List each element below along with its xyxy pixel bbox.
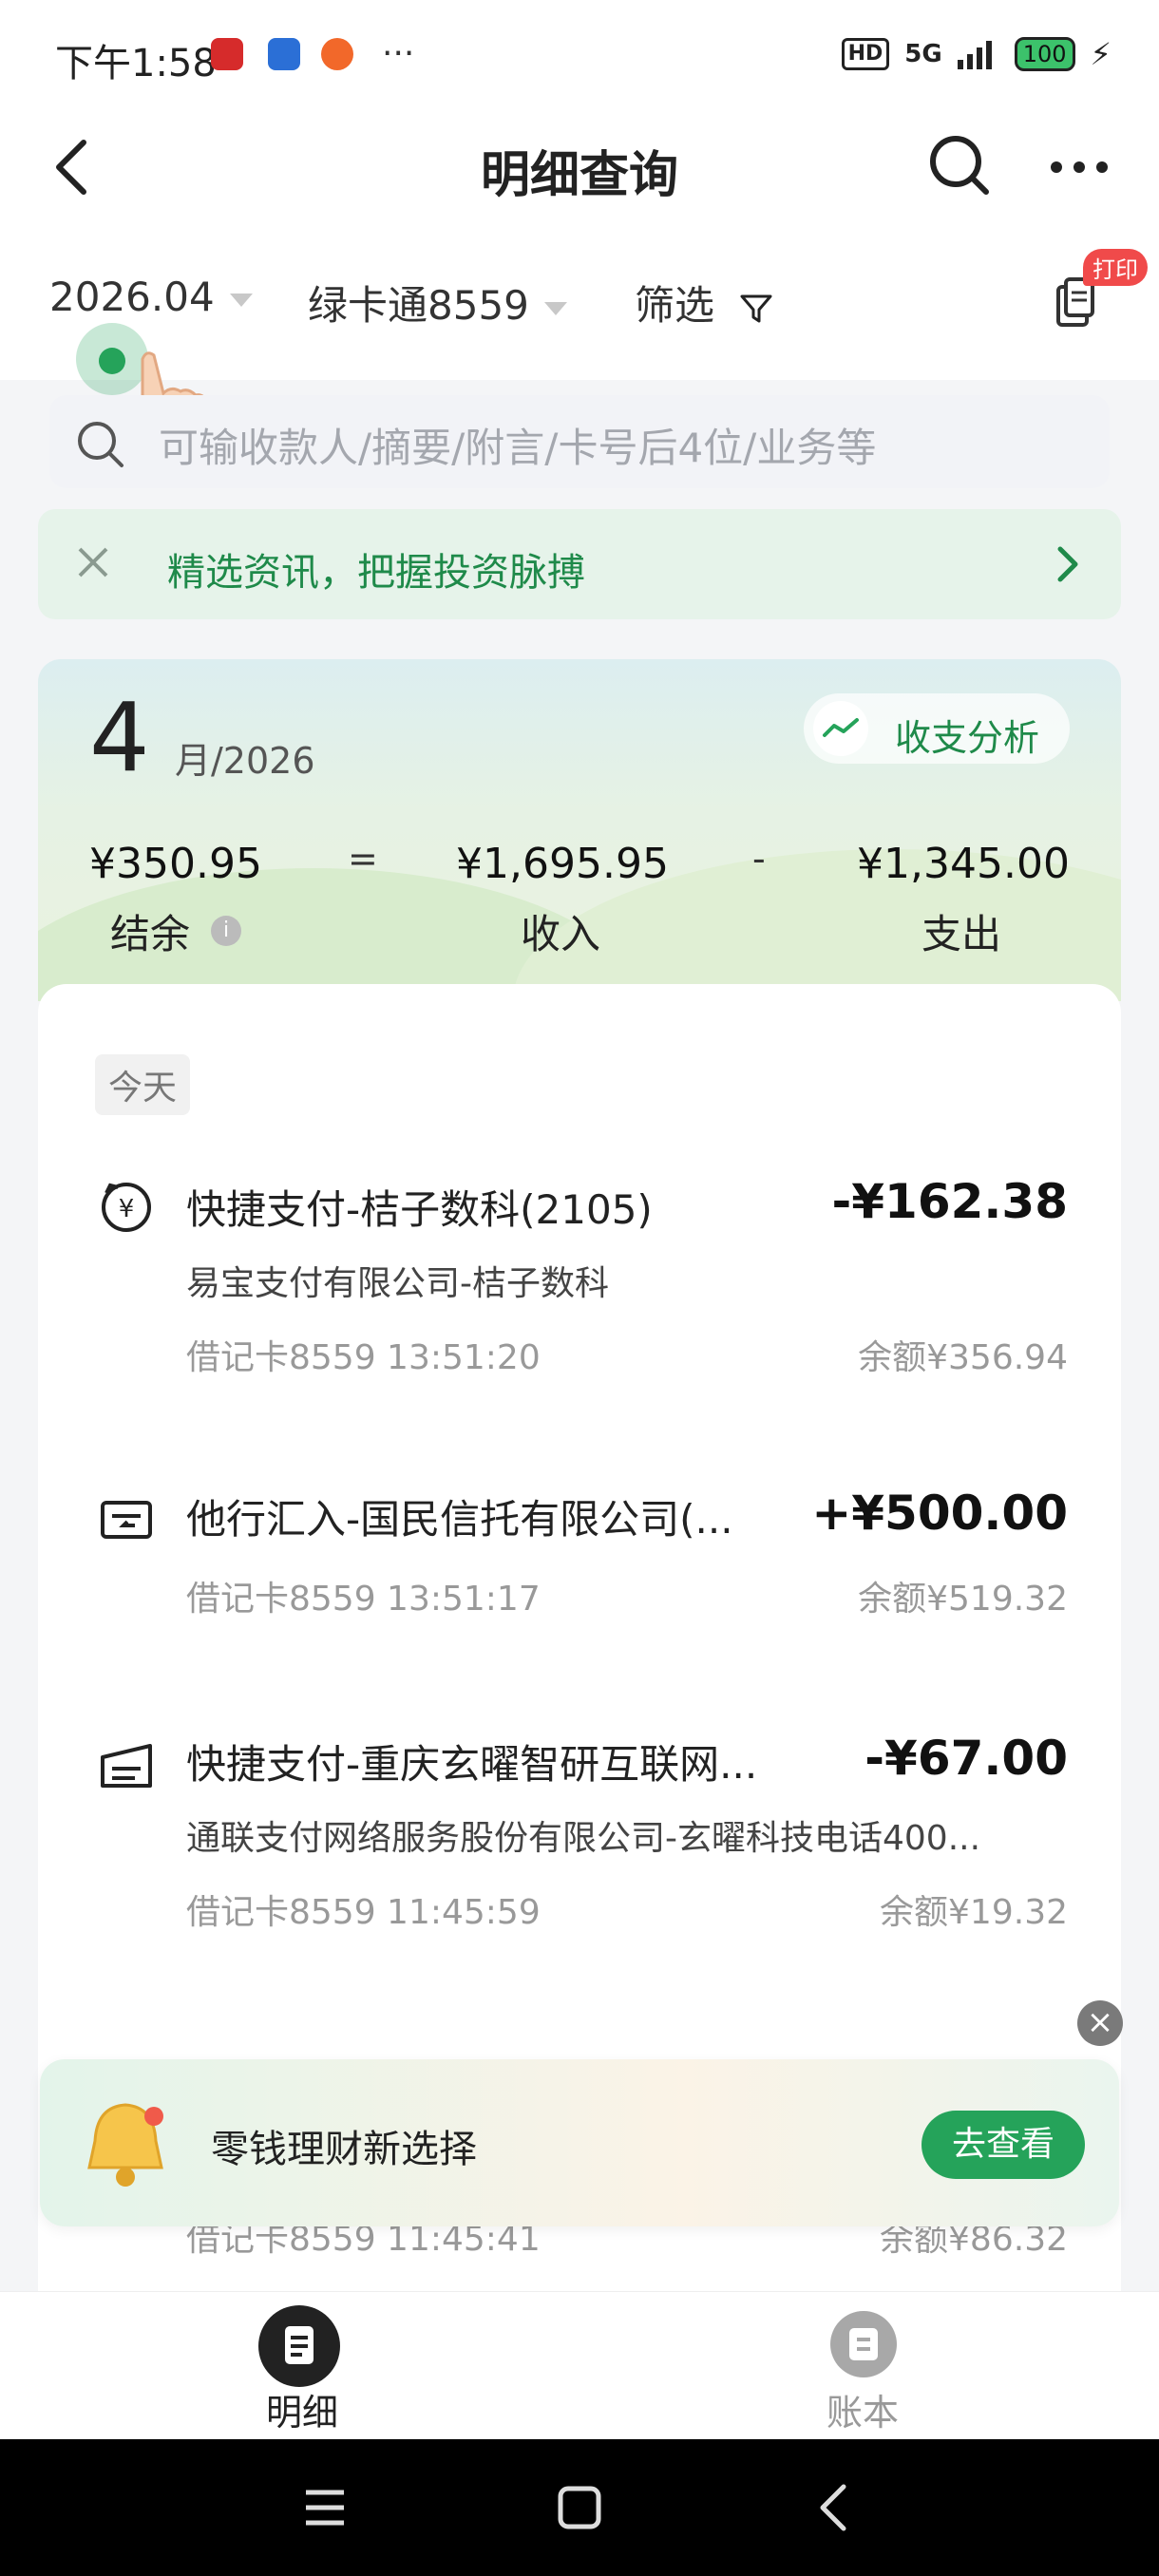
home-nav-icon[interactable]	[557, 2485, 602, 2530]
status-time: 下午1:58	[55, 42, 217, 85]
more-icon[interactable]	[1049, 160, 1110, 175]
account-selector[interactable]: 绿卡通8559	[308, 274, 567, 331]
analysis-label: 收支分析	[895, 717, 1040, 759]
banner-text: 零钱理财新选择	[211, 2128, 477, 2171]
transaction-subtitle: 通联支付网络服务股份有限公司-玄曜科技电话400...	[186, 1819, 981, 1858]
transaction-balance: 余额¥519.32	[858, 1580, 1068, 1619]
dropdown-arrow-icon	[229, 293, 253, 307]
transfer-in-icon	[101, 1501, 152, 1539]
chevron-right-icon	[1057, 546, 1078, 582]
close-icon[interactable]	[76, 545, 110, 579]
transaction-title: 他行汇入-国民信托有限公司(...	[186, 1496, 733, 1543]
signal-icon	[957, 41, 992, 69]
tab-ledger[interactable]: 账本	[826, 2383, 899, 2435]
dropdown-arrow-icon	[543, 301, 567, 315]
print-badge: 打印	[1083, 249, 1148, 286]
svg-text:¥: ¥	[119, 1195, 135, 1223]
search-input[interactable]: 可输收款人/摘要/附言/卡号后4位/业务等	[49, 395, 1110, 488]
tab-details-icon[interactable]	[258, 2305, 340, 2387]
transaction-detail: 借记卡8559 13:51:20	[186, 1338, 541, 1377]
title-bar: 明细查询	[0, 114, 1159, 218]
search-placeholder: 可输收款人/摘要/附言/卡号后4位/业务等	[159, 425, 877, 471]
menu-nav-icon[interactable]	[302, 2487, 348, 2529]
income-label: 收入	[521, 911, 601, 957]
transaction-balance: 余额¥19.32	[880, 1893, 1068, 1932]
transaction-amount: -¥67.00	[864, 1731, 1068, 1786]
bell-icon	[87, 2103, 163, 2187]
account-value: 绿卡通8559	[308, 282, 529, 329]
transaction-detail: 借记卡8559 13:51:17	[186, 1580, 541, 1619]
monthly-summary-card: 4 月/2026 收支分析 ¥350.95 = ¥1,695.95 - ¥1,3…	[38, 659, 1121, 1001]
transaction-amount: +¥500.00	[811, 1486, 1068, 1541]
back-nav-icon[interactable]	[815, 2483, 849, 2532]
analysis-button[interactable]: 收支分析	[804, 693, 1070, 764]
bottom-tab-bar: 明细 账本	[0, 2291, 1159, 2439]
date-section-label: 今天	[95, 1054, 191, 1115]
transaction-title: 快捷支付-桔子数科(2105)	[186, 1186, 653, 1233]
signal-label: 5G	[904, 40, 942, 68]
equals-sign: =	[348, 838, 378, 880]
shopping-app-icon	[321, 38, 353, 70]
battery-icon: 100	[1014, 37, 1075, 71]
promo-text: 精选资讯，把握投资脉搏	[167, 551, 585, 595]
filter-label: 筛选	[635, 282, 715, 329]
minus-sign: -	[752, 838, 766, 880]
merchant-payment-icon	[101, 1744, 152, 1788]
map-app-icon	[268, 38, 300, 70]
bank-app-icon	[211, 38, 243, 70]
hd-badge: HD	[841, 38, 890, 70]
income-amount: ¥1,695.95	[456, 840, 669, 888]
status-bar: 下午1:58 ··· HD 5G 100 ⚡	[0, 0, 1159, 114]
month-year: 月/2026	[175, 740, 315, 782]
transaction-title: 快捷支付-重庆玄曜智研互联网...	[186, 1741, 758, 1788]
filter-button[interactable]: 筛选	[635, 274, 772, 331]
transaction-detail: 借记卡8559 11:45:59	[186, 1893, 541, 1932]
tab-ledger-icon[interactable]	[830, 2311, 897, 2377]
month-selector[interactable]: 2026.04	[49, 274, 253, 320]
wealth-banner[interactable]: 零钱理财新选择 去查看	[40, 2059, 1119, 2226]
info-icon[interactable]: i	[211, 916, 241, 946]
balance-amount: ¥350.95	[89, 840, 262, 888]
banner-view-button[interactable]: 去查看	[922, 2111, 1085, 2179]
charging-icon: ⚡	[1090, 36, 1112, 72]
month-value: 2026.04	[49, 274, 215, 320]
more-notifications-icon: ···	[382, 34, 415, 73]
screen: 下午1:58 ··· HD 5G 100 ⚡ 明细查询 2026.04 绿卡通8…	[0, 0, 1159, 2576]
payment-icon: ¥	[102, 1183, 151, 1232]
expense-amount: ¥1,345.00	[857, 840, 1070, 888]
filter-row: 2026.04 绿卡通8559 筛选 打印	[0, 218, 1159, 445]
balance-label: 结余	[110, 911, 191, 957]
search-icon[interactable]	[927, 133, 992, 198]
search-icon	[78, 422, 124, 467]
status-right: HD 5G 100 ⚡	[841, 36, 1112, 72]
promo-banner[interactable]: 精选资讯，把握投资脉搏	[38, 509, 1121, 619]
filter-funnel-icon	[740, 294, 772, 322]
transaction-subtitle: 易宝支付有限公司-桔子数科	[186, 1264, 609, 1303]
banner-close-icon[interactable]: ×	[1077, 2000, 1123, 2046]
system-nav-bar	[0, 2439, 1159, 2576]
month-number: 4	[89, 682, 150, 793]
trend-icon	[813, 701, 868, 756]
expense-label: 支出	[922, 911, 1002, 957]
transaction-balance: 余额¥356.94	[858, 1338, 1068, 1377]
tab-details[interactable]: 明细	[266, 2383, 338, 2435]
transaction-amount: -¥162.38	[831, 1174, 1069, 1229]
